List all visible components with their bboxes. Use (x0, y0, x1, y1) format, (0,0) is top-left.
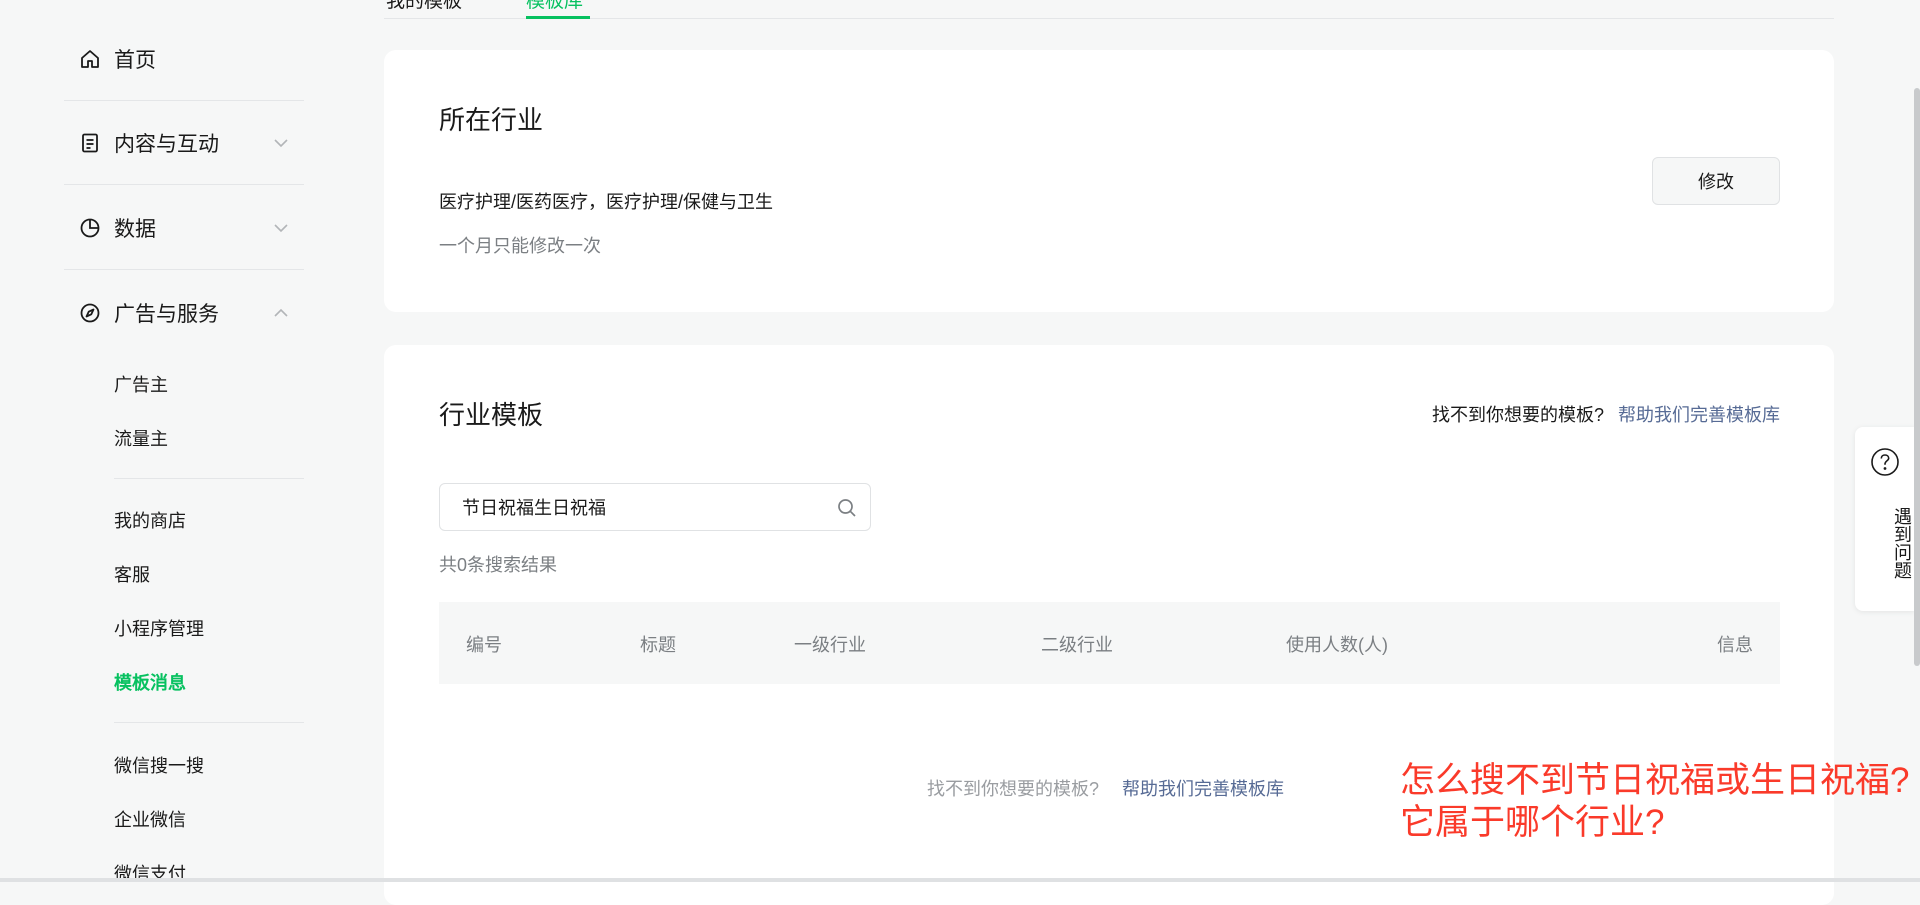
column-header-info: 信息 (1717, 635, 1753, 655)
tab-template-library[interactable]: 模板库 (526, 0, 583, 13)
annotation-line-1: 怎么搜不到节日祝福或生日祝福? (1400, 761, 1910, 800)
active-tab-indicator (526, 16, 590, 19)
sidebar: 首页 内容与互动 数据 广告与服务 广告主 流量主 我的商店 客服 小程序管理 … (0, 0, 364, 884)
sidebar-divider (114, 478, 304, 479)
industry-card: 所在行业 医疗护理/医药医疗，医疗护理/保健与卫生 一个月只能修改一次 修改 (384, 50, 1834, 312)
document-icon (78, 131, 102, 155)
sidebar-item-publisher[interactable]: 流量主 (114, 425, 168, 451)
help-row: 找不到你想要的模板? 帮助我们完善模板库 (1432, 401, 1780, 427)
templates-title: 行业模板 (439, 400, 544, 430)
sidebar-divider (114, 722, 304, 723)
compass-icon (78, 301, 102, 325)
help-question: 找不到你想要的模板? (1431, 405, 1604, 425)
nav-data[interactable]: 数据 (64, 186, 304, 270)
sidebar-item-advertiser[interactable]: 广告主 (114, 371, 168, 397)
home-icon (78, 47, 102, 71)
table-header: 编号 标题 一级行业 二级行业 使用人数(人) 信息 (439, 602, 1780, 684)
modify-button[interactable]: 修改 (1652, 157, 1780, 205)
sidebar-item-wecom[interactable]: 企业微信 (114, 806, 186, 832)
column-header-users: 使用人数(人) (1286, 635, 1388, 655)
chevron-down-icon (274, 138, 288, 147)
search-icon[interactable] (836, 497, 858, 519)
sidebar-item-wechat-search[interactable]: 微信搜一搜 (114, 752, 204, 778)
nav-content-interaction[interactable]: 内容与互动 (64, 101, 304, 185)
tab-my-templates[interactable]: 我的模板 (386, 0, 462, 13)
search-box (439, 483, 871, 531)
help-float-button[interactable]: 遇到问题 (1855, 427, 1915, 611)
column-header-secondary-industry: 二级行业 (1041, 635, 1113, 655)
nav-data-label: 数据 (114, 217, 156, 241)
annotation-line-2: 它属于哪个行业? (1400, 803, 1665, 842)
empty-help-link[interactable]: 帮助我们完善模板库 (1122, 775, 1284, 801)
template-search-input[interactable] (440, 484, 842, 530)
industry-value: 医疗护理/医药医疗，医疗护理/保健与卫生 (439, 192, 774, 212)
tabs-bar: 我的模板 模板库 (384, 0, 1834, 19)
help-float-label: 遇到问题 (1892, 507, 1912, 579)
help-improve-link[interactable]: 帮助我们完善模板库 (1618, 405, 1780, 425)
nav-content-label: 内容与互动 (114, 132, 219, 156)
column-header-primary-industry: 一级行业 (794, 635, 866, 655)
column-header-id: 编号 (466, 635, 502, 655)
nav-home-label: 首页 (114, 48, 156, 72)
nav-ads-services[interactable]: 广告与服务 (64, 271, 304, 355)
pie-chart-icon (78, 216, 102, 240)
question-icon (1871, 448, 1899, 476)
industry-title: 所在行业 (439, 105, 544, 135)
sidebar-item-mini-program[interactable]: 小程序管理 (114, 615, 204, 641)
sidebar-item-my-shop[interactable]: 我的商店 (114, 507, 186, 533)
chevron-down-icon (274, 223, 288, 232)
sidebar-item-template-message[interactable]: 模板消息 (114, 669, 186, 695)
scrollbar-thumb[interactable] (1914, 88, 1920, 666)
result-count: 共0条搜索结果 (439, 555, 558, 575)
nav-ads-label: 广告与服务 (114, 303, 219, 326)
industry-note: 一个月只能修改一次 (439, 236, 601, 256)
column-header-title: 标题 (640, 635, 676, 655)
nav-home[interactable]: 首页 (64, 17, 304, 101)
sidebar-item-customer-service[interactable]: 客服 (114, 561, 150, 587)
annotation-text: 怎么搜不到节日祝福或生日祝福? 它属于哪个行业? (1400, 760, 1909, 844)
bottom-divider (0, 878, 1920, 882)
chevron-up-icon (274, 308, 288, 317)
empty-help-question: 找不到你想要的模板? (927, 779, 1100, 799)
sidebar-item-wechat-pay[interactable]: 微信支付 (114, 860, 186, 886)
